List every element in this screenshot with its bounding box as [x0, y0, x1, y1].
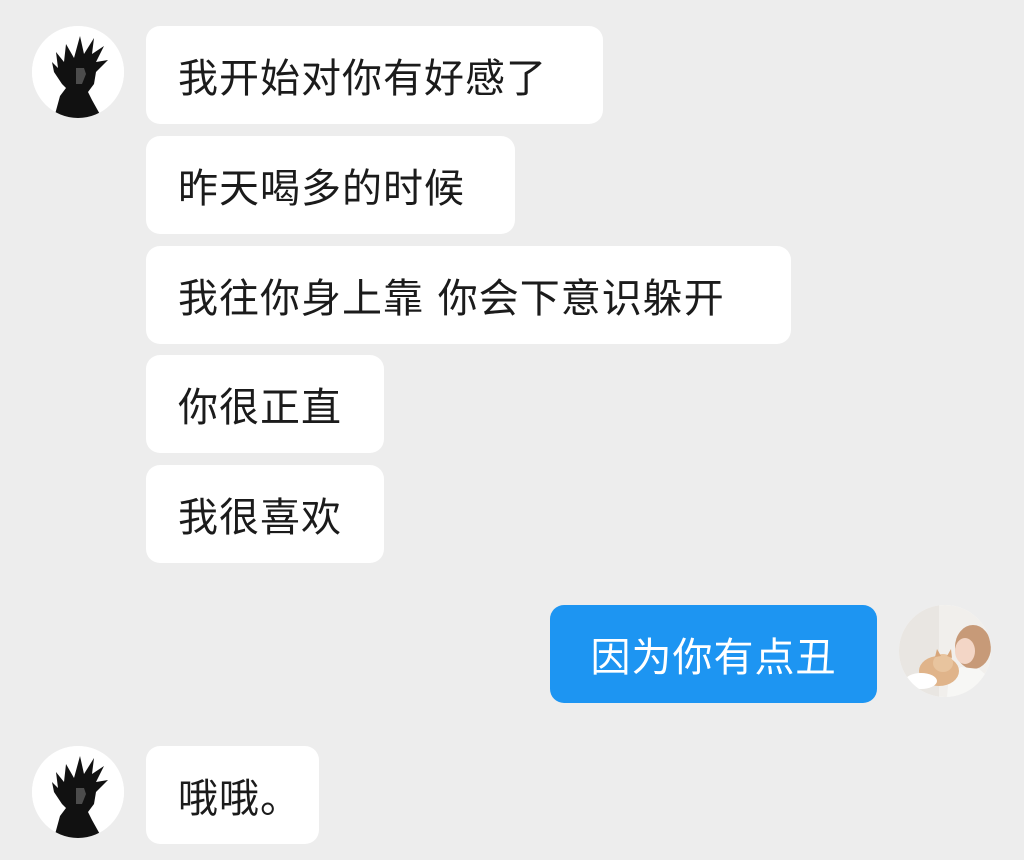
dark-hair-portrait-avatar-icon	[32, 746, 124, 838]
dark-hair-portrait-avatar-icon	[32, 26, 124, 118]
incoming-message-bubble[interactable]: 昨天喝多的时候	[146, 136, 515, 234]
photo-with-cat-avatar-icon	[899, 605, 991, 697]
message-text: 你很正直	[178, 385, 342, 431]
message-text: 我很喜欢	[178, 495, 342, 541]
incoming-message-bubble[interactable]: 哦哦。	[146, 746, 319, 844]
my-avatar[interactable]	[899, 605, 991, 697]
message-text: 因为你有点丑	[590, 635, 837, 681]
contact-avatar[interactable]	[32, 746, 124, 838]
message-text: 我往你身上靠 你会下意识躲开	[178, 276, 725, 322]
outgoing-message-bubble[interactable]: 因为你有点丑	[550, 605, 877, 703]
incoming-message-bubble[interactable]: 我往你身上靠 你会下意识躲开	[146, 246, 791, 344]
message-text: 我开始对你有好感了	[178, 56, 547, 102]
incoming-message-bubble[interactable]: 我很喜欢	[146, 465, 384, 563]
incoming-message-bubble[interactable]: 我开始对你有好感了	[146, 26, 603, 124]
message-text: 哦哦。	[178, 776, 301, 822]
message-text: 昨天喝多的时候	[178, 166, 465, 212]
chat-history[interactable]: 我开始对你有好感了 昨天喝多的时候 我往你身上靠 你会下意识躲开 你很正直 我很…	[0, 0, 1024, 860]
incoming-message-bubble[interactable]: 你很正直	[146, 355, 384, 453]
contact-avatar[interactable]	[32, 26, 124, 118]
